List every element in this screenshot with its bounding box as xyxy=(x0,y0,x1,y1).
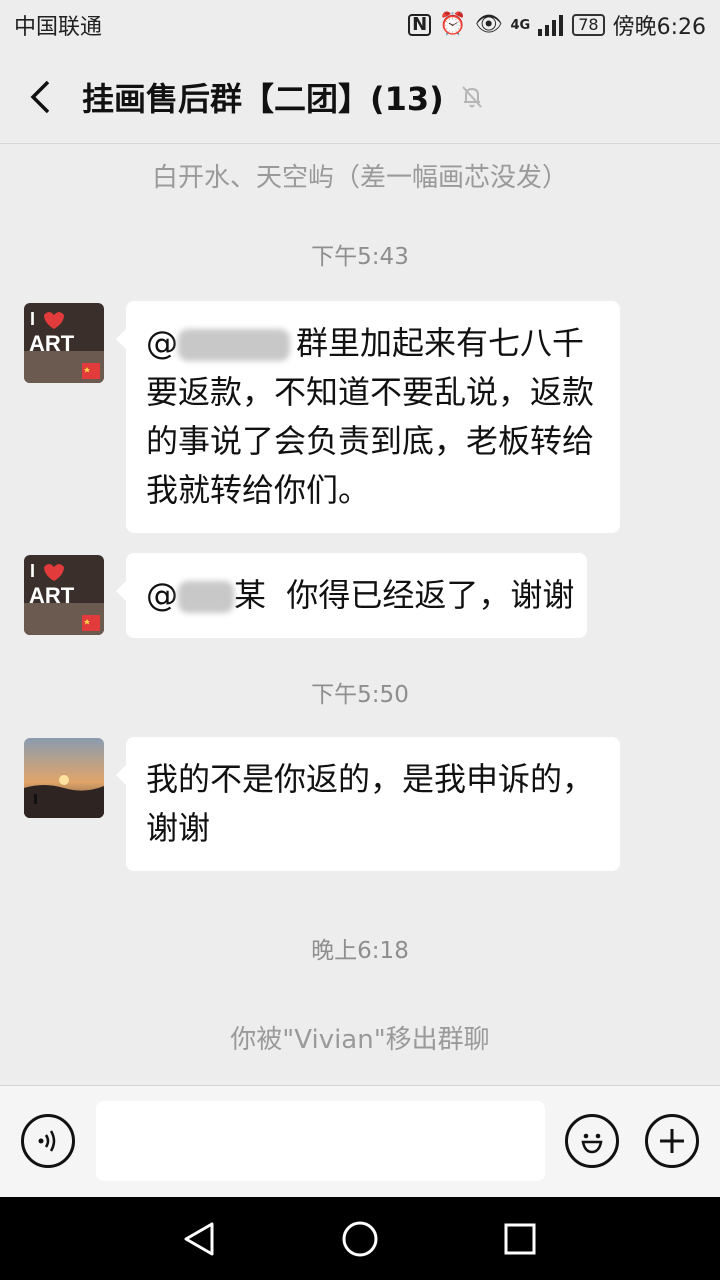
mention-suffix: 某 xyxy=(234,576,267,614)
system-message: 你被"Vivian"移出群聊 xyxy=(230,1025,490,1055)
avatar[interactable] xyxy=(24,738,104,818)
message-bubble[interactable]: @ 某 你得已经返了，谢谢 xyxy=(116,553,587,638)
nav-back-icon[interactable] xyxy=(180,1219,220,1259)
svg-text:ART: ART xyxy=(29,331,75,356)
blurred-name xyxy=(178,581,234,613)
i-love-art-avatar-image: I ART xyxy=(24,555,104,635)
chat-header: 挂画售后群【二团】(13) xyxy=(0,50,720,144)
clock: 傍晚6:26 xyxy=(612,15,706,40)
network-label: 4G xyxy=(510,17,531,33)
battery-icon: 78 xyxy=(572,14,605,36)
avatar[interactable]: I ART xyxy=(24,555,104,635)
status-icons: N ⏰ 👁 4G 78 傍晚6:26 xyxy=(408,9,706,41)
nfc-icon: N xyxy=(408,14,432,36)
svg-text:I: I xyxy=(30,309,35,329)
avatar[interactable]: I ART xyxy=(24,303,104,383)
status-bar: 中国联通 N ⏰ 👁 4G 78 傍晚6:26 xyxy=(0,0,720,50)
emoji-button[interactable] xyxy=(565,1114,619,1168)
chat-title[interactable]: 挂画售后群【二团】(13) xyxy=(82,74,444,120)
chevron-left-icon xyxy=(30,80,50,113)
signal-icon xyxy=(538,15,564,36)
voice-button[interactable] xyxy=(21,1114,75,1168)
back-button[interactable] xyxy=(22,72,58,122)
i-love-art-avatar-image: I ART xyxy=(24,303,104,383)
nav-home-icon[interactable] xyxy=(340,1219,380,1259)
message-bubble[interactable]: 我的不是你返的，是我申诉的，谢谢 xyxy=(116,737,620,871)
voice-icon xyxy=(38,1130,56,1152)
message-list[interactable]: 白开水、天空屿（差一幅画芯没发） 下午5:43 I ART @ 群里加起来有七八千… xyxy=(0,145,720,1085)
timestamp: 下午5:43 xyxy=(311,244,409,270)
muted-bell-icon xyxy=(462,85,482,108)
blurred-name xyxy=(178,329,290,361)
eye-comfort-icon: 👁 xyxy=(474,12,503,37)
svg-text:ART: ART xyxy=(29,583,75,608)
carrier-label: 中国联通 xyxy=(14,15,103,40)
mention-tag: @ xyxy=(146,324,178,362)
system-note-partial: 白开水、天空屿（差一幅画芯没发） xyxy=(151,163,568,193)
input-bar xyxy=(0,1085,720,1197)
mention-tag: @ xyxy=(146,576,178,614)
message-input[interactable] xyxy=(96,1101,545,1181)
message-text: 我的不是你返的，是我申诉的，谢谢 xyxy=(146,760,595,847)
alarm-icon: ⏰ xyxy=(439,12,467,37)
sunset-avatar-image xyxy=(24,738,104,818)
message-text: 你得已经返了，谢谢 xyxy=(286,576,575,614)
message-bubble[interactable]: @ 群里加起来有七八千要返款，不知道不要乱说，返款的事说了会负责到底，老板转给我就… xyxy=(116,301,620,533)
system-navigation-bar xyxy=(0,1197,720,1280)
nav-recents-icon[interactable] xyxy=(500,1219,540,1259)
timestamp: 晚上6:18 xyxy=(311,938,409,964)
more-button[interactable] xyxy=(645,1114,699,1168)
plus-icon xyxy=(660,1129,684,1153)
smile-icon xyxy=(581,1133,603,1154)
timestamp: 下午5:50 xyxy=(311,682,409,708)
svg-text:I: I xyxy=(30,561,35,581)
